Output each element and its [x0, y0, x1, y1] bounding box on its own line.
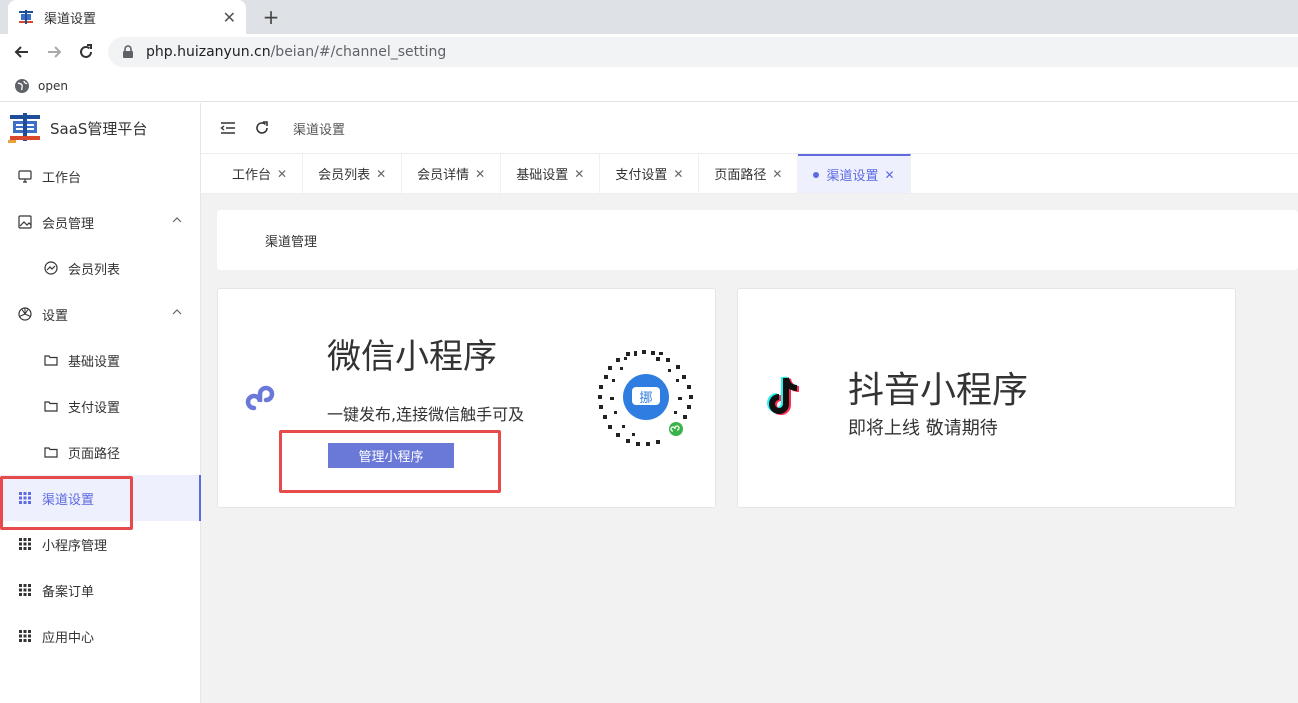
annotation-highlight-box — [279, 430, 501, 493]
tab-member-detail[interactable]: 会员详情 ✕ — [402, 154, 502, 193]
tab-label: 工作台 — [232, 168, 272, 183]
wechat-miniprogram-card: 微信小程序 一键发布,连接微信触手可及 管理小程序 挪 — [217, 288, 716, 508]
tiktok-logo-icon — [767, 376, 800, 415]
tab-page-paths[interactable]: 页面路径 ✕ — [699, 154, 799, 193]
breadcrumb: 渠道设置 — [293, 122, 346, 138]
sidebar-item-label: 工作台 — [42, 170, 82, 186]
tab-label: 页面路径 — [714, 168, 767, 183]
close-icon[interactable]: ✕ — [277, 167, 287, 181]
browser-tab[interactable]: 渠道设置 ✕ — [8, 0, 246, 34]
miniprogram-logo-icon — [245, 385, 275, 411]
sidebar-item-label: 基础设置 — [68, 354, 121, 370]
top-bar: 渠道设置 — [201, 103, 1298, 154]
tab-workbench[interactable]: 工作台 ✕ — [217, 154, 304, 193]
page-tabs: 工作台 ✕ 会员列表 ✕ 会员详情 ✕ 基础设置 ✕ 支付设置 ✕ 页面路径 ✕… — [201, 154, 1298, 194]
arrow-left-icon — [14, 46, 28, 58]
new-tab-button[interactable]: + — [258, 4, 284, 30]
sidebar-item-label: 小程序管理 — [42, 538, 108, 554]
tab-label: 基础设置 — [516, 168, 569, 183]
brand[interactable]: SaaS管理平台 — [0, 103, 200, 153]
brand-name: SaaS管理平台 — [50, 119, 148, 138]
monitor-icon — [18, 169, 32, 183]
lock-icon — [123, 45, 133, 58]
sidebar-item-member-list[interactable]: 会员列表 — [0, 245, 200, 291]
miniprogram-qrcode-icon: 挪 — [598, 350, 693, 446]
url-path: /beian/#/channel_setting — [270, 44, 447, 60]
close-icon[interactable]: ✕ — [574, 167, 584, 181]
sidebar-item-payment-settings[interactable]: 支付设置 — [0, 383, 200, 429]
close-icon[interactable]: ✕ — [772, 167, 782, 181]
wechat-description: 一键发布,连接微信触手可及 — [327, 405, 525, 424]
collapse-menu-icon[interactable] — [219, 119, 237, 137]
sidebar-item-label: 会员管理 — [42, 216, 95, 232]
qrcode-center-char: 挪 — [639, 391, 652, 406]
aperture-icon — [18, 307, 32, 321]
arrow-right-icon — [48, 46, 62, 58]
sidebar-item-label: 页面路径 — [68, 446, 121, 462]
reload-icon — [80, 44, 92, 58]
tab-label: 支付设置 — [615, 168, 668, 183]
browser-toolbar: php.huizanyun.cn/beian/#/channel_setting — [0, 34, 1298, 70]
forward-button[interactable] — [42, 40, 66, 64]
folder-icon — [44, 353, 58, 367]
tab-member-list[interactable]: 会员列表 ✕ — [303, 154, 403, 193]
site-favicon-icon — [19, 10, 33, 24]
browser-tab-title: 渠道设置 — [44, 11, 97, 27]
chevron-up-icon — [172, 217, 182, 223]
address-bar[interactable]: php.huizanyun.cn/beian/#/channel_setting — [108, 37, 1298, 67]
sidebar-item-app-center[interactable]: 应用中心 — [0, 613, 200, 659]
folder-icon — [44, 445, 58, 459]
chevron-up-icon — [172, 309, 182, 315]
tab-label: 渠道设置 — [826, 169, 879, 184]
image-icon — [18, 215, 32, 229]
sidebar-item-workbench[interactable]: 工作台 — [0, 153, 200, 199]
url-host: php.huizanyun.cn — [146, 44, 271, 60]
browser-tabstrip: 渠道设置 ✕ + — [0, 0, 1298, 34]
reload-button[interactable] — [74, 40, 98, 64]
sidebar-item-label: 设置 — [42, 308, 69, 324]
sidebar-item-page-paths[interactable]: 页面路径 — [0, 429, 200, 475]
close-icon[interactable]: ✕ — [884, 168, 894, 182]
bookmark-open[interactable]: open — [38, 79, 68, 93]
section-header: 渠道管理 — [217, 210, 1298, 270]
globe-icon — [15, 78, 29, 93]
annotation-highlight-box — [0, 476, 133, 530]
tab-label: 会员列表 — [318, 168, 371, 183]
back-button[interactable] — [10, 40, 34, 64]
wechat-title: 微信小程序 — [327, 337, 497, 377]
brand-logo-icon — [8, 113, 40, 143]
bookmarks-bar: open — [0, 70, 1298, 102]
close-icon[interactable]: ✕ — [376, 167, 386, 181]
refresh-icon[interactable] — [253, 119, 271, 137]
tab-label: 会员详情 — [417, 168, 470, 183]
tiktok-title: 抖音小程序 — [848, 370, 1029, 411]
chart-circle-icon — [44, 261, 58, 275]
tiktok-description: 即将上线 敬请期待 — [848, 418, 998, 439]
close-tab-icon[interactable]: ✕ — [223, 8, 236, 27]
tab-basic-settings[interactable]: 基础设置 ✕ — [501, 154, 601, 193]
sidebar-item-label: 应用中心 — [42, 630, 95, 646]
tab-payment-settings[interactable]: 支付设置 ✕ — [600, 154, 700, 193]
close-icon[interactable]: ✕ — [475, 167, 485, 181]
tab-channel-settings[interactable]: 渠道设置 ✕ — [798, 154, 911, 193]
sidebar-item-label: 会员列表 — [68, 262, 121, 278]
grid-icon — [18, 583, 32, 597]
section-title: 渠道管理 — [265, 234, 318, 250]
main-content: 渠道设置 工作台 ✕ 会员列表 ✕ 会员详情 ✕ 基础设置 ✕ 支付设置 ✕ 页… — [201, 103, 1298, 703]
sidebar-item-member-management[interactable]: 会员管理 — [0, 199, 200, 245]
grid-icon — [18, 537, 32, 551]
active-dot-icon — [813, 171, 820, 178]
sidebar-item-label: 支付设置 — [68, 400, 121, 416]
sidebar-item-label: 备案订单 — [42, 584, 95, 600]
sidebar-item-filing-orders[interactable]: 备案订单 — [0, 567, 200, 613]
folder-icon — [44, 399, 58, 413]
sidebar-item-basic-settings[interactable]: 基础设置 — [0, 337, 200, 383]
tiktok-miniprogram-card: 抖音小程序 即将上线 敬请期待 — [737, 288, 1236, 508]
close-icon[interactable]: ✕ — [673, 167, 683, 181]
sidebar-item-settings[interactable]: 设置 — [0, 291, 200, 337]
sidebar: SaaS管理平台 工作台 会员管理 会员列表 设置 基础设置 支付设置 页面路径… — [0, 103, 201, 703]
grid-icon — [18, 629, 32, 643]
